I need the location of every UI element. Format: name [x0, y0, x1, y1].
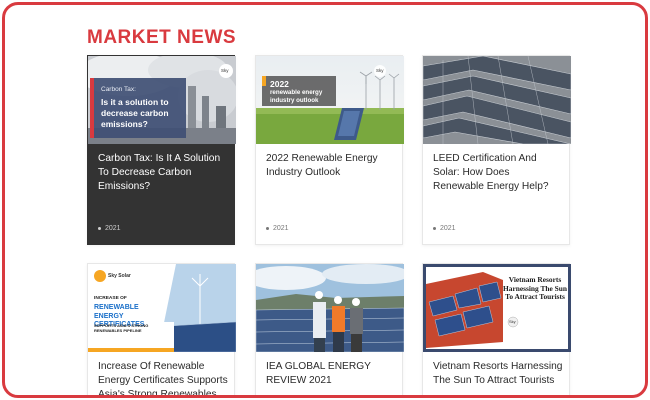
thumb-line1: INCREASE OF — [94, 296, 127, 301]
card-thumbnail: Vietnam Resorts Harnessing The Sun To At… — [423, 264, 571, 352]
logo-text: Sky — [509, 319, 516, 324]
browser-frame: MARKET NEWS Carbon Tax: Is it a solution… — [2, 2, 648, 398]
logo-text: Sky — [376, 68, 384, 73]
card-title[interactable]: IEA GLOBAL ENERGY REVIEW 2021 — [266, 360, 396, 388]
card-title[interactable]: LEED Certification And Solar: How Does R… — [433, 152, 563, 194]
card-date-text: 2021 — [273, 225, 289, 232]
card-title[interactable]: 2022 Renewable Energy Industry Outlook — [266, 152, 396, 180]
news-card-iea[interactable]: IEA GLOBAL ENERGY REVIEW 2021 — [255, 263, 404, 395]
card-title[interactable]: Vietnam Resorts Harnessing The Sun To At… — [433, 360, 563, 388]
card-thumbnail: Sky Solar INCREASE OF RENEWABLE ENERGY C… — [88, 264, 236, 352]
thumb-small-text: renewable energy industry outlook — [270, 89, 323, 104]
thumb-big-text: 2022 — [270, 79, 289, 89]
thumb-headline: Vietnam Resorts Harnessing The Sun To At… — [503, 275, 567, 302]
card-date: 2021 — [98, 225, 121, 232]
news-card-vietnam-resorts[interactable]: Vietnam Resorts Harnessing The Sun To At… — [422, 263, 571, 395]
card-title[interactable]: Increase Of Renewable Energy Certificate… — [98, 360, 228, 395]
card-thumbnail — [256, 264, 404, 352]
thumb-big-text: Is it a solution to decrease carbon emis… — [101, 97, 169, 129]
card-title[interactable]: Carbon Tax: Is It A Solution To Decrease… — [98, 152, 228, 194]
thumb-line3: SUPPORTS ASIA'S STRONG RENEWABLES PIPELI… — [94, 323, 149, 333]
thumb-small-text: Carbon Tax: — [101, 86, 136, 93]
card-date: 2021 — [433, 225, 456, 232]
news-card-leed[interactable]: LEED Certification And Solar: How Does R… — [422, 55, 571, 245]
card-date-text: 2021 — [105, 225, 121, 232]
logo-text: Sky — [221, 68, 229, 73]
bullet-icon — [98, 227, 101, 230]
section-title: MARKET NEWS — [87, 27, 237, 48]
news-card-2022-outlook[interactable]: 2022 renewable energy industry outlook S… — [255, 55, 404, 245]
card-date-text: 2021 — [440, 225, 456, 232]
news-card-carbon-tax[interactable]: Carbon Tax: Is it a solution to decrease… — [87, 55, 236, 245]
card-thumbnail: 2022 renewable energy industry outlook S… — [256, 56, 404, 144]
news-card-rec[interactable]: Sky Solar INCREASE OF RENEWABLE ENERGY C… — [87, 263, 236, 395]
card-thumbnail — [423, 56, 571, 144]
bullet-icon — [433, 227, 436, 230]
logo-text: Sky Solar — [108, 273, 131, 279]
card-date: 2021 — [266, 225, 289, 232]
card-thumbnail: Carbon Tax: Is it a solution to decrease… — [88, 56, 236, 144]
bullet-icon — [266, 227, 269, 230]
